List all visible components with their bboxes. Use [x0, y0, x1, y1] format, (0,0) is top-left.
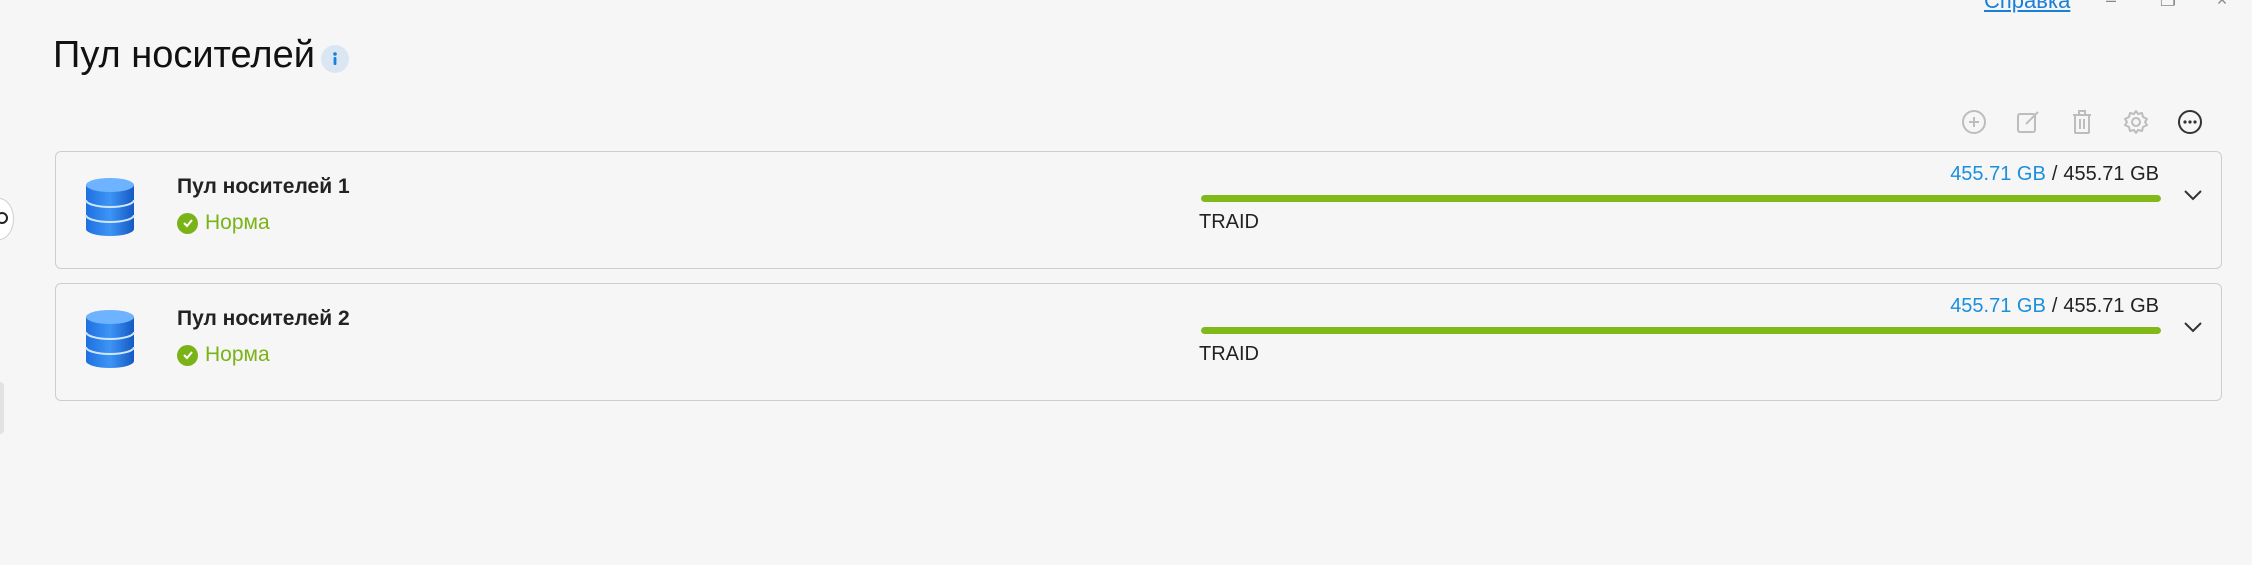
- delete-pool-button[interactable]: [2068, 108, 2096, 136]
- pool-usage-bar: [1201, 327, 2161, 334]
- usage-separator: /: [2051, 163, 2058, 185]
- pool-raid-type: TRAID: [1199, 343, 1259, 365]
- more-options-button[interactable]: [2176, 108, 2204, 136]
- pool-raid-type: TRAID: [1199, 211, 1259, 233]
- pool-name: Пул носителей 1: [177, 175, 350, 198]
- pool-status-text: Норма: [205, 343, 270, 366]
- pool-used-capacity: 455.71 GB: [1950, 295, 2046, 317]
- pool-used-capacity: 455.71 GB: [1950, 163, 2046, 185]
- sidebar-collapse-handle[interactable]: [0, 382, 4, 434]
- pool-usage: 455.71 GB/455.71 GB: [1950, 295, 2159, 318]
- gear-icon: [2124, 110, 2148, 134]
- pool-card[interactable]: Пул носителей 2 Норма 455.71 GB/455.71 G…: [55, 283, 2222, 401]
- pool-card[interactable]: Пул носителей 1 Норма 455.71 GB/455.71 G…: [55, 151, 2222, 269]
- pool-status: Норма: [177, 343, 270, 367]
- pool-settings-button[interactable]: [2122, 108, 2150, 136]
- close-button[interactable]: ×: [2212, 0, 2232, 9]
- pool-usage-bar-fill: [1201, 327, 2161, 334]
- more-icon: [2178, 110, 2202, 134]
- chevron-down-icon[interactable]: [2181, 315, 2205, 339]
- pool-total-capacity: 455.71 GB: [2063, 163, 2159, 185]
- pool-status: Норма: [177, 211, 270, 235]
- chevron-down-icon[interactable]: [2181, 183, 2205, 207]
- minimize-button[interactable]: –: [2101, 0, 2121, 9]
- pool-status-text: Норма: [205, 211, 270, 234]
- search-icon: [0, 212, 8, 224]
- storage-pool-icon: [85, 310, 135, 368]
- usage-separator: /: [2051, 295, 2058, 317]
- pool-usage-bar-fill: [1201, 195, 2161, 202]
- add-pool-button[interactable]: [1960, 108, 1988, 136]
- pool-toolbar: [1960, 108, 2204, 136]
- help-link[interactable]: Справка: [1984, 0, 2070, 14]
- sidebar-search-button[interactable]: [0, 198, 14, 240]
- info-icon[interactable]: [320, 44, 349, 73]
- edit-icon: [2017, 111, 2039, 133]
- page-header: Пул носителей: [53, 34, 349, 77]
- maximize-button[interactable]: ❐: [2158, 0, 2178, 9]
- storage-pool-icon: [85, 178, 135, 236]
- trash-icon: [2073, 110, 2091, 134]
- check-circle-icon: [177, 212, 198, 234]
- edit-pool-button[interactable]: [2014, 108, 2042, 136]
- pool-name: Пул носителей 2: [177, 307, 350, 330]
- check-circle-icon: [177, 344, 198, 366]
- add-circle-icon: [1962, 110, 1986, 134]
- pool-list: Пул носителей 1 Норма 455.71 GB/455.71 G…: [55, 151, 2222, 415]
- storage-manager-window: Справка – ❐ × Пул носителей Пул носителе…: [0, 0, 2252, 565]
- pool-total-capacity: 455.71 GB: [2063, 295, 2159, 317]
- page-title: Пул носителей: [53, 34, 315, 76]
- pool-usage-bar: [1201, 195, 2161, 202]
- pool-usage: 455.71 GB/455.71 GB: [1950, 163, 2159, 186]
